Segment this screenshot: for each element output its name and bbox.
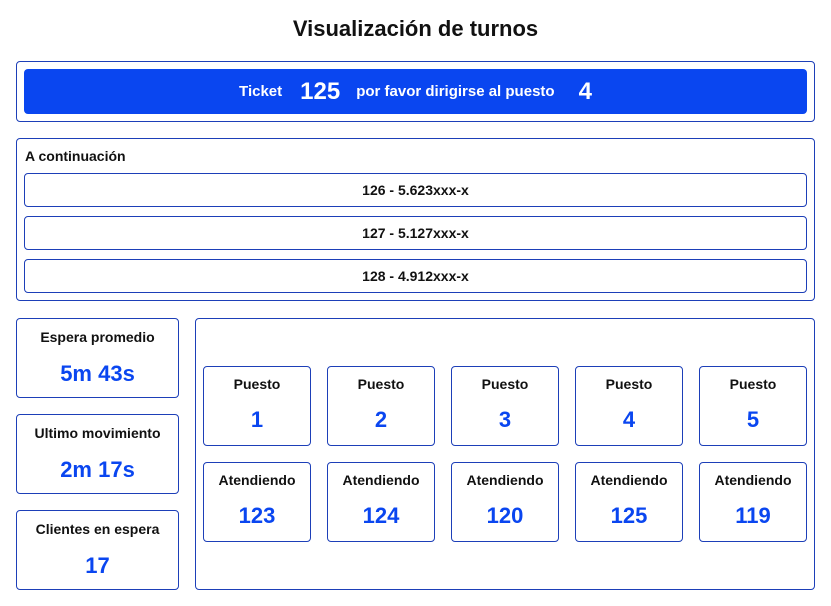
attending-ticket: 119 [735,503,771,528]
attending-ticket: 120 [486,503,524,528]
station-card: Puesto 3 [451,366,559,446]
attending-card: Atendiendo 119 [699,462,807,542]
station-label: Puesto [357,376,405,392]
page-title: Visualización de turnos [292,16,539,41]
station-number: 1 [250,407,264,432]
attending-card: Atendiendo 125 [575,462,683,542]
attending-ticket: 123 [238,503,276,528]
queue-title: A continuación [25,148,126,164]
station-card: Puesto 1 [203,366,311,446]
station-number: 4 [578,77,592,105]
attending-label: Atendiendo [218,472,296,488]
station-card: Puesto 4 [575,366,683,446]
stat-label: Clientes en espera [35,521,160,537]
queue-item: 126 - 5.623xxx-x [24,173,807,207]
stat-last-movement: Ultimo movimiento 2m 17s [16,414,179,494]
call-message: por favor dirigirse al puesto [356,83,555,100]
current-call-panel: Ticket 125 por favor dirigirse al puesto… [16,61,815,122]
station-label: Puesto [605,376,653,392]
queue-item: 128 - 4.912xxx-x [24,259,807,293]
attending-card: Atendiendo 123 [203,462,311,542]
station-number: 2 [374,407,388,432]
attending-label: Atendiendo [466,472,544,488]
attending-ticket: 124 [362,503,400,528]
station-label: Puesto [729,376,777,392]
station-card: Puesto 2 [327,366,435,446]
stat-clients-waiting: Clientes en espera 17 [16,510,179,590]
attending-card: Atendiendo 124 [327,462,435,542]
station-card: Puesto 5 [699,366,807,446]
ticket-number: 125 [300,77,341,105]
station-label: Puesto [481,376,529,392]
station-label: Puesto [233,376,281,392]
stat-label: Espera promedio [40,329,155,345]
ticket-label: Ticket [239,83,283,100]
attending-label: Atendiendo [590,472,668,488]
stat-value: 5m 43s [60,361,135,386]
stations-panel: Puesto 1 Puesto 2 Puesto 3 Puesto 4 Pues… [195,318,815,590]
stat-average-wait: Espera promedio 5m 43s [16,318,179,398]
station-number: 5 [746,407,760,432]
stat-label: Ultimo movimiento [34,425,161,441]
stat-value: 2m 17s [60,457,135,482]
queue-item: 127 - 5.127xxx-x [24,216,807,250]
current-call-banner: Ticket 125 por favor dirigirse al puesto… [24,69,807,114]
stat-value: 17 [85,553,110,578]
attending-card: Atendiendo 120 [451,462,559,542]
next-queue-panel: A continuación 126 - 5.623xxx-x 127 - 5.… [16,138,815,301]
attending-ticket: 125 [610,503,648,528]
station-number: 4 [622,407,636,432]
attending-label: Atendiendo [714,472,792,488]
attending-label: Atendiendo [342,472,420,488]
station-number: 3 [498,407,512,432]
